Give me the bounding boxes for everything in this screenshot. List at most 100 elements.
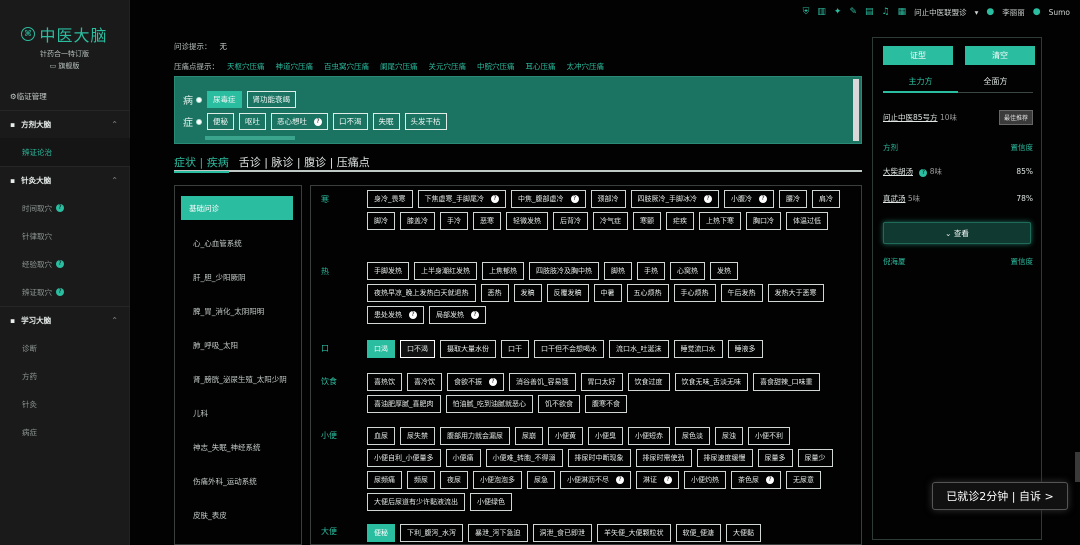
- symptom-tag[interactable]: 尿量多: [757, 449, 793, 467]
- symptom-tag[interactable]: 体温过低: [786, 212, 828, 230]
- symptom-tag[interactable]: 手心烦热: [673, 284, 716, 302]
- symptom-tag[interactable]: 上半身潮红发热: [414, 262, 477, 280]
- symptom-tag[interactable]: 恶寒: [473, 212, 501, 230]
- symptom-tag[interactable]: 洞泄_食已即泄: [532, 524, 592, 542]
- symptom-tag[interactable]: 胃口太好: [580, 373, 623, 391]
- symptom-tag[interactable]: 上焦郁热: [482, 262, 524, 280]
- sidebar-item[interactable]: 辨证取穴?: [0, 278, 130, 306]
- symptom-tag[interactable]: 喜油肥厚腻_喜肥肉: [367, 395, 441, 413]
- category-item[interactable]: 心_心血管系统: [175, 226, 301, 260]
- chevron-up-icon[interactable]: ⌃: [111, 316, 118, 325]
- org-name[interactable]: 问止中医联盟诊: [914, 7, 967, 18]
- input-tag[interactable]: 呕吐: [239, 113, 266, 130]
- symptom-tag[interactable]: 饮食无味_舌淡无味: [674, 373, 748, 391]
- category-item[interactable]: 肺_呼吸_太阳: [175, 328, 301, 362]
- input-tag[interactable]: 恶心想吐?: [271, 113, 328, 130]
- symptom-tag[interactable]: 脚冷: [367, 212, 395, 230]
- symptom-tag[interactable]: 恶热: [480, 284, 509, 302]
- symptom-tag[interactable]: 尿量少: [797, 449, 833, 467]
- symptom-tag[interactable]: 流口水_吐涎沫: [609, 340, 669, 358]
- symptom-tag[interactable]: 膝盖冷: [400, 212, 435, 230]
- formula-row-name[interactable]: 大柴胡汤: [883, 167, 913, 176]
- chevron-up-icon[interactable]: ⌃: [111, 120, 118, 129]
- symptom-tag[interactable]: 夜尿: [440, 471, 468, 489]
- symptom-tag[interactable]: 频尿: [407, 471, 435, 489]
- symptom-tag[interactable]: 小便自利_小便量多: [367, 449, 441, 467]
- symptom-tag[interactable]: 下焦虚寒_手脚尾冷?: [417, 190, 506, 208]
- symptom-tag[interactable]: 喜食甜辣_口味重: [753, 373, 820, 391]
- help-icon[interactable]: ?: [56, 288, 64, 296]
- symptom-tag[interactable]: 上热下寒: [699, 212, 741, 230]
- footer-name[interactable]: 倪海厦: [883, 256, 906, 267]
- input-hscrollbar[interactable]: [205, 136, 295, 140]
- help-icon[interactable]: ?: [616, 476, 624, 484]
- bulb-icon[interactable]: ✦: [834, 7, 842, 17]
- symptom-tag[interactable]: 口干: [501, 340, 529, 358]
- symptom-tag[interactable]: 脚热: [604, 262, 632, 280]
- symptom-tag[interactable]: 小便不利: [748, 427, 790, 445]
- symptom-tag[interactable]: 淋证?: [636, 471, 679, 489]
- symptom-tag[interactable]: 摄取大量水份: [440, 340, 496, 358]
- sidebar-item[interactable]: 时间取穴?: [0, 194, 130, 222]
- help-icon[interactable]: ?: [491, 195, 499, 203]
- tab-symptoms[interactable]: 症状 | 疾病: [174, 154, 229, 173]
- help-icon[interactable]: ?: [56, 260, 64, 268]
- input-scrollbar[interactable]: [853, 79, 859, 141]
- help-icon[interactable]: ?: [704, 195, 712, 203]
- pressure-point-link[interactable]: 太冲穴压痛: [567, 62, 605, 71]
- input-tag[interactable]: 口不渴: [333, 113, 368, 130]
- symptom-tag[interactable]: 发热大于恶寒: [767, 284, 824, 302]
- sidebar-item[interactable]: ⚙ 临证管理: [0, 82, 130, 110]
- account-name[interactable]: Sumo: [1049, 8, 1070, 17]
- help-icon[interactable]: ?: [314, 117, 322, 126]
- symptom-tag[interactable]: 小腹冷?: [724, 190, 774, 208]
- pressure-point-link[interactable]: 天枢穴压痛: [227, 62, 265, 71]
- pressure-point-link[interactable]: 阑尾穴压痛: [380, 62, 418, 71]
- symptom-tag[interactable]: 午后发热: [720, 284, 763, 302]
- category-item[interactable]: 伤痛外科_运动系统: [175, 464, 301, 498]
- symptom-tag[interactable]: 小便灼热: [684, 471, 726, 489]
- symptom-tag[interactable]: 局部发热?: [429, 306, 486, 324]
- symptom-tag[interactable]: 尿频痛: [367, 471, 402, 489]
- symptom-tag[interactable]: 夜热早凉_晚上发热白天就退热: [367, 284, 476, 302]
- sidebar-item[interactable]: 针灸: [0, 390, 130, 418]
- symptom-tag[interactable]: 尿失禁: [400, 427, 435, 445]
- symptom-tag[interactable]: 腹寒不食: [585, 395, 627, 413]
- sidebar-item[interactable]: 诊断: [0, 334, 130, 362]
- symptom-tag[interactable]: 冷气症: [593, 212, 628, 230]
- symptom-tag[interactable]: 无尿意: [786, 471, 821, 489]
- symptom-tag[interactable]: 小便泡泡多: [473, 471, 522, 489]
- best-badge[interactable]: 最佳推荐: [998, 110, 1033, 125]
- symptom-tag[interactable]: 五心烦热: [626, 284, 669, 302]
- formula-row-name[interactable]: 真武汤: [883, 194, 906, 203]
- sidebar-item[interactable]: ▪ 学习大脑 ⌃: [0, 306, 130, 334]
- help-icon[interactable]: ?: [570, 195, 579, 203]
- help-icon[interactable]: ?: [664, 476, 672, 484]
- symptom-tag[interactable]: 后背冷: [553, 212, 588, 230]
- symptom-tag[interactable]: 尿色淡: [675, 427, 710, 445]
- formula-name[interactable]: 问止中医85号方: [883, 113, 938, 122]
- symptom-tag[interactable]: 反覆发稿: [546, 284, 589, 302]
- category-item[interactable]: 脾_胃_消化_太阴阳明: [175, 294, 301, 328]
- symptom-tag[interactable]: 疟疾: [666, 212, 694, 230]
- view-button[interactable]: ⌄ 查看: [883, 222, 1031, 244]
- user-name[interactable]: 李丽丽: [1002, 7, 1025, 18]
- symptom-tag[interactable]: 发稿: [513, 284, 542, 302]
- sidebar-item[interactable]: ▪ 针灸大脑 ⌃: [0, 166, 130, 194]
- symptom-tag[interactable]: 小便臭: [588, 427, 623, 445]
- sidebar-item[interactable]: 经验取穴?: [0, 250, 130, 278]
- category-item[interactable]: 肝_胆_少阳厥阴: [175, 260, 301, 294]
- stats-icon[interactable]: ▤: [865, 7, 874, 17]
- consult-timer-toast[interactable]: 已就诊2分钟 | 自诉 >: [932, 482, 1068, 510]
- sidebar-item[interactable]: 方药: [0, 362, 130, 390]
- sidebar-item[interactable]: 辨证论治: [0, 138, 130, 166]
- symptom-tag[interactable]: 中暑: [593, 284, 622, 302]
- symptom-tag[interactable]: 睡觉流口水: [673, 340, 723, 358]
- side-handle[interactable]: [1075, 452, 1080, 482]
- symptom-tag[interactable]: 喜热饮: [367, 373, 402, 391]
- symptom-tag[interactable]: 手热: [637, 262, 665, 280]
- symptom-tag[interactable]: 怕油腻_吃到油腻就恶心: [445, 395, 533, 413]
- formula-row[interactable]: 真武汤 5味 78%: [883, 193, 1033, 204]
- symptom-tag[interactable]: 口干但不会想喝水: [534, 340, 604, 358]
- help-icon[interactable]: ?: [489, 378, 497, 386]
